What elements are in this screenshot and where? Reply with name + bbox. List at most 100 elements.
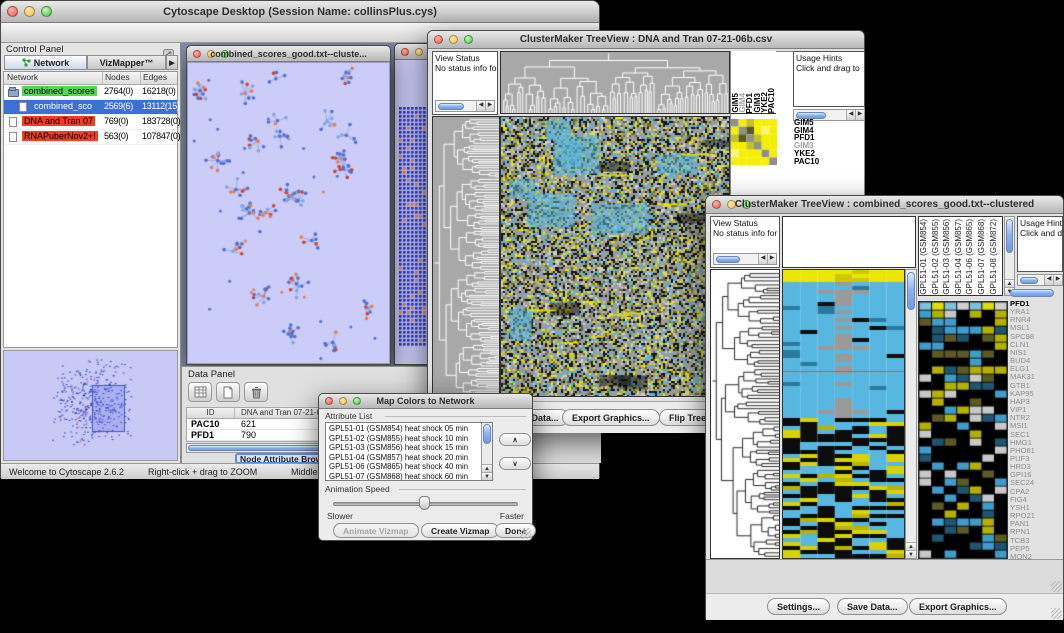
scroll-right-icon[interactable]: ▶ <box>1053 275 1062 285</box>
heatmap-canvas[interactable] <box>501 117 729 396</box>
column-dendrogram-canvas[interactable] <box>501 52 729 113</box>
dialog-titlebar[interactable]: Map Colors to Network <box>319 394 532 409</box>
treeview2-titlebar[interactable]: ClusterMaker TreeView : combined_scores_… <box>706 196 1063 214</box>
speed-slider-thumb[interactable] <box>419 496 430 510</box>
heatmap-global[interactable] <box>782 269 905 559</box>
scroll-left-icon[interactable]: ◀ <box>476 101 485 111</box>
network-nodes-count: 2764(0) <box>104 86 141 96</box>
scroll-down-icon[interactable]: ▼ <box>482 472 492 480</box>
network-row[interactable]: combined_scores2764(0)16218(0) <box>4 85 177 100</box>
row-dendrogram[interactable] <box>710 269 780 559</box>
move-down-button[interactable]: ∨ <box>499 457 531 470</box>
export-graphics-button[interactable]: Export Graphics... <box>909 598 1007 615</box>
resize-grip[interactable] <box>1051 581 1062 592</box>
attribute-list-scrollbar[interactable]: ▲ ▼ <box>481 423 492 480</box>
file-icon <box>9 132 17 142</box>
resize-grip[interactable] <box>520 528 531 539</box>
column-header-edges[interactable]: Edges <box>141 72 167 84</box>
network-window[interactable]: combined_scores_good.txt--cluste... <box>186 45 391 365</box>
column-dendrogram[interactable] <box>782 216 916 268</box>
heatmap-global[interactable] <box>500 116 730 397</box>
gene-name-list: PFD1YRA1RNR4MSL1SPC98CLN1NIS1BUD4ELG1MAK… <box>1010 300 1063 562</box>
scroll-left-icon[interactable]: ◀ <box>1044 275 1053 285</box>
file-icon <box>9 117 17 127</box>
scrollbar-thumb[interactable] <box>1020 277 1038 284</box>
attribute-item[interactable]: GPL51-02 (GSM855) heat shock 10 min <box>326 434 481 444</box>
tab-overflow-button[interactable]: ▶ <box>166 55 178 70</box>
scrollbar-thumb[interactable] <box>716 256 740 263</box>
id-column-header[interactable]: ID <box>187 408 235 418</box>
zoom-matrix-canvas[interactable] <box>731 119 777 165</box>
tab-vizmapper[interactable]: VizMapper™ <box>87 55 166 70</box>
scroll-up-icon[interactable]: ▲ <box>1005 279 1014 287</box>
attribute-item[interactable]: GPL51-04 (GSM857) heat shock 20 min <box>326 453 481 463</box>
view-status-title: View Status <box>711 217 779 228</box>
create-vizmap-button[interactable]: Create Vizmap <box>421 523 499 538</box>
usage-hints-text: Click and drag to <box>1018 228 1062 238</box>
network-row[interactable]: RNAPuberNov2+!563(0)107847(0) <box>4 130 177 145</box>
resize-grip[interactable] <box>1051 608 1062 619</box>
scroll-right-icon[interactable]: ▶ <box>855 110 864 120</box>
column-dendrogram[interactable] <box>500 51 730 114</box>
view-status-scrollbar[interactable]: ◀ ▶ <box>435 100 495 112</box>
scroll-up-icon[interactable]: ▲ <box>482 464 492 472</box>
settings-button[interactable]: Settings... <box>767 598 830 615</box>
status-welcome: Welcome to Cytoscape 2.6.2 <box>9 467 124 477</box>
attribute-item[interactable]: GPL51-01 (GSM854) heat shock 05 min <box>326 424 481 434</box>
row-dendrogram[interactable] <box>432 116 500 397</box>
close-button[interactable] <box>401 48 409 56</box>
scroll-right-icon[interactable]: ▶ <box>485 101 494 111</box>
move-up-button[interactable]: ∧ <box>499 433 531 446</box>
network-view[interactable] <box>187 62 390 364</box>
select-attributes-button[interactable] <box>188 382 212 402</box>
zoom-heatmap-canvas[interactable] <box>919 302 1007 558</box>
column-labels-scrollbar[interactable]: ▲ ▼ <box>1004 216 1015 296</box>
column-labels: GIM5GIM4PFD1GIM3YKE2PAC10 <box>731 51 776 114</box>
column-header-nodes[interactable]: Nodes <box>103 72 141 84</box>
attr-column-header[interactable]: DNA and Tran 07-21-06 <box>235 408 326 418</box>
view-status-scrollbar[interactable]: ◀ ▶ <box>713 253 777 265</box>
overview-canvas[interactable] <box>4 351 178 460</box>
network-row[interactable]: combined_sco2569(6)13112(15) <box>4 100 177 115</box>
attribute-item[interactable]: GPL51-06 (GSM865) heat shock 40 min <box>326 462 481 472</box>
minimize-button[interactable] <box>415 48 423 56</box>
main-titlebar[interactable]: Cytoscape Desktop (Session Name: collins… <box>1 1 599 23</box>
column-label: GPL51-03 (GSM856) <box>942 219 954 295</box>
heatmap-zoom[interactable] <box>918 301 1008 559</box>
group-divider <box>385 416 526 417</box>
network-canvas[interactable] <box>188 63 391 365</box>
scrollbar-thumb[interactable] <box>1006 219 1013 253</box>
save-data-button[interactable]: Save Data... <box>837 598 908 615</box>
usage-hints-text: Click and drag to <box>794 63 864 73</box>
treeview1-title: ClusterMaker TreeView : DNA and Tran 07-… <box>428 34 864 45</box>
scroll-down-icon[interactable]: ▼ <box>906 550 916 558</box>
attribute-item[interactable]: GPL51-07 (GSM868) heat shock 60 min <box>326 472 481 481</box>
new-attribute-button[interactable] <box>216 382 240 402</box>
scrollbar-thumb[interactable] <box>483 424 491 444</box>
network-window-titlebar[interactable]: combined_scores_good.txt--cluste... <box>187 46 390 62</box>
scrollbar-thumb[interactable] <box>907 272 915 310</box>
network-row[interactable]: DNA and Tran 07769(0)183728(0) <box>4 115 177 130</box>
network-overview[interactable] <box>3 350 178 461</box>
row-dendrogram-canvas[interactable] <box>433 117 499 396</box>
gene-list-hscrollbar[interactable] <box>1010 289 1054 297</box>
tab-network[interactable]: Network <box>4 55 87 70</box>
treeview1-titlebar[interactable]: ClusterMaker TreeView : DNA and Tran 07-… <box>428 31 864 49</box>
animate-vizmap-button[interactable]: Animate Vizmap <box>333 523 419 538</box>
export-graphics-button[interactable]: Export Graphics... <box>562 409 660 426</box>
scroll-right-icon[interactable]: ▶ <box>767 254 776 264</box>
row-dendrogram-canvas[interactable] <box>711 270 779 558</box>
attribute-item[interactable]: GPL51-03 (GSM856) heat shock 15 min <box>326 443 481 453</box>
heatmap-canvas[interactable] <box>783 270 904 558</box>
usage-hints-scrollbar[interactable]: ◀ ▶ <box>1017 274 1063 286</box>
network-edges-count: 183728(0) <box>142 116 182 126</box>
column-header-network[interactable]: Network <box>4 72 103 84</box>
heatmap-vscrollbar[interactable]: ▲ ▼ <box>905 269 917 559</box>
heatmap-zoom[interactable] <box>731 119 777 165</box>
row-id: PFD1 <box>187 430 235 440</box>
scrollbar-thumb[interactable] <box>438 103 464 110</box>
scroll-left-icon[interactable]: ◀ <box>758 254 767 264</box>
delete-attribute-button[interactable] <box>244 382 268 402</box>
view-status-panel: View Status No status info for ◀ ▶ <box>710 216 780 268</box>
scroll-up-icon[interactable]: ▲ <box>906 542 916 550</box>
